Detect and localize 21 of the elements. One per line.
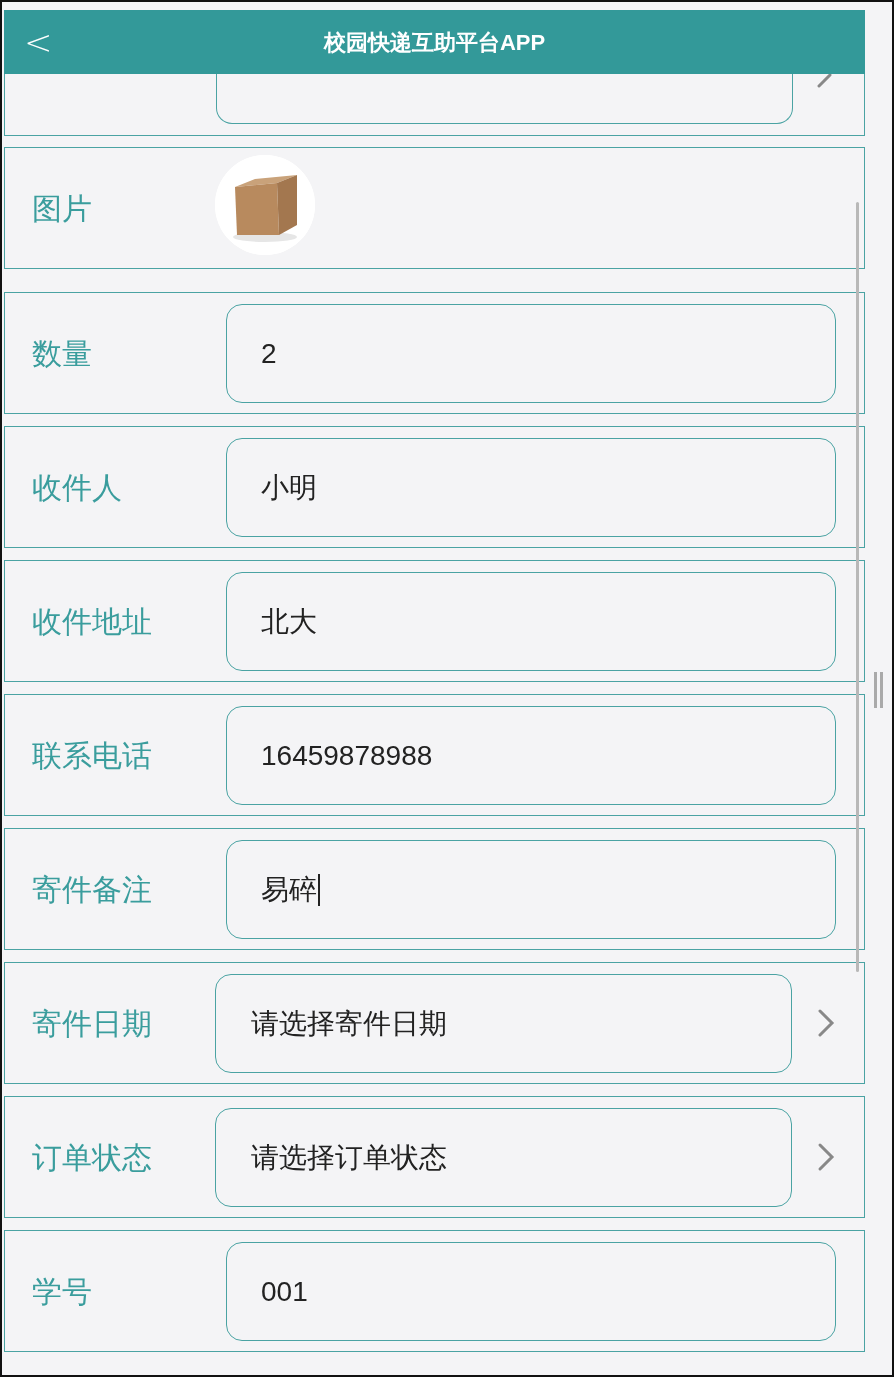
field-label: 数量 xyxy=(32,335,92,372)
field-label: 联系电话 xyxy=(32,737,152,774)
select-field[interactable]: 请选择寄件日期 xyxy=(215,974,792,1073)
input-field[interactable]: 001 xyxy=(226,1242,836,1341)
input-field[interactable]: 2 xyxy=(226,304,836,403)
scrollbar[interactable] xyxy=(856,202,859,972)
app-title: 校园快递互助平台APP xyxy=(323,28,546,57)
field-label: 学号 xyxy=(32,1273,92,1310)
field-label: 图片 xyxy=(32,190,92,227)
field-label: 收件人 xyxy=(32,469,122,506)
input-field[interactable]: 北大 xyxy=(226,572,836,671)
input-field[interactable]: 易碎 xyxy=(226,840,836,939)
input-field[interactable]: 小明 xyxy=(226,438,836,537)
field-label: 寄件备注 xyxy=(32,871,152,908)
resize-handle[interactable] xyxy=(874,672,883,708)
input-field[interactable]: 16459878988 xyxy=(226,706,836,805)
field-label: 收件地址 xyxy=(32,603,152,640)
field-label: 订单状态 xyxy=(32,1139,152,1176)
select-field[interactable]: 请选择订单状态 xyxy=(215,1108,792,1207)
select-field[interactable] xyxy=(216,74,793,124)
field-label: 寄件日期 xyxy=(32,1005,152,1042)
